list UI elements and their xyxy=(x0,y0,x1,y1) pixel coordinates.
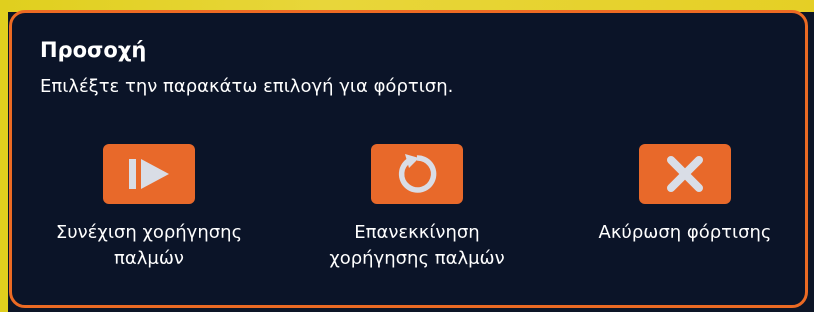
restart-icon-tile[interactable] xyxy=(371,144,463,204)
backdrop-left-strip xyxy=(0,0,8,312)
cancel-x-icon xyxy=(667,156,703,192)
restart-pacing-label: Επανεκκίνηση χορήγησης παλμών xyxy=(329,222,505,269)
resume-pacing-label: Συνέχιση χορήγησης παλμών xyxy=(55,222,243,269)
charge-option-dialog: Προσοχή Επιλέξτε την παρακάτω επιλογή γι… xyxy=(9,10,808,308)
dialog-title: Προσοχή xyxy=(40,38,147,62)
dialog-message: Επιλέξτε την παρακάτω επιλογή για φόρτισ… xyxy=(40,76,454,97)
cancel-icon-tile[interactable] xyxy=(639,144,731,204)
cancel-charge-button[interactable]: Ακύρωση φόρτισης xyxy=(565,144,805,246)
resume-play-icon xyxy=(129,159,169,189)
resume-icon-tile[interactable] xyxy=(103,144,195,204)
resume-pacing-button[interactable]: Συνέχιση χορήγησης παλμών xyxy=(29,144,269,272)
restart-icon xyxy=(398,154,437,193)
restart-pacing-button[interactable]: Επανεκκίνηση χορήγησης παλμών xyxy=(297,144,537,272)
cancel-charge-label: Ακύρωση φόρτισης xyxy=(598,222,772,243)
